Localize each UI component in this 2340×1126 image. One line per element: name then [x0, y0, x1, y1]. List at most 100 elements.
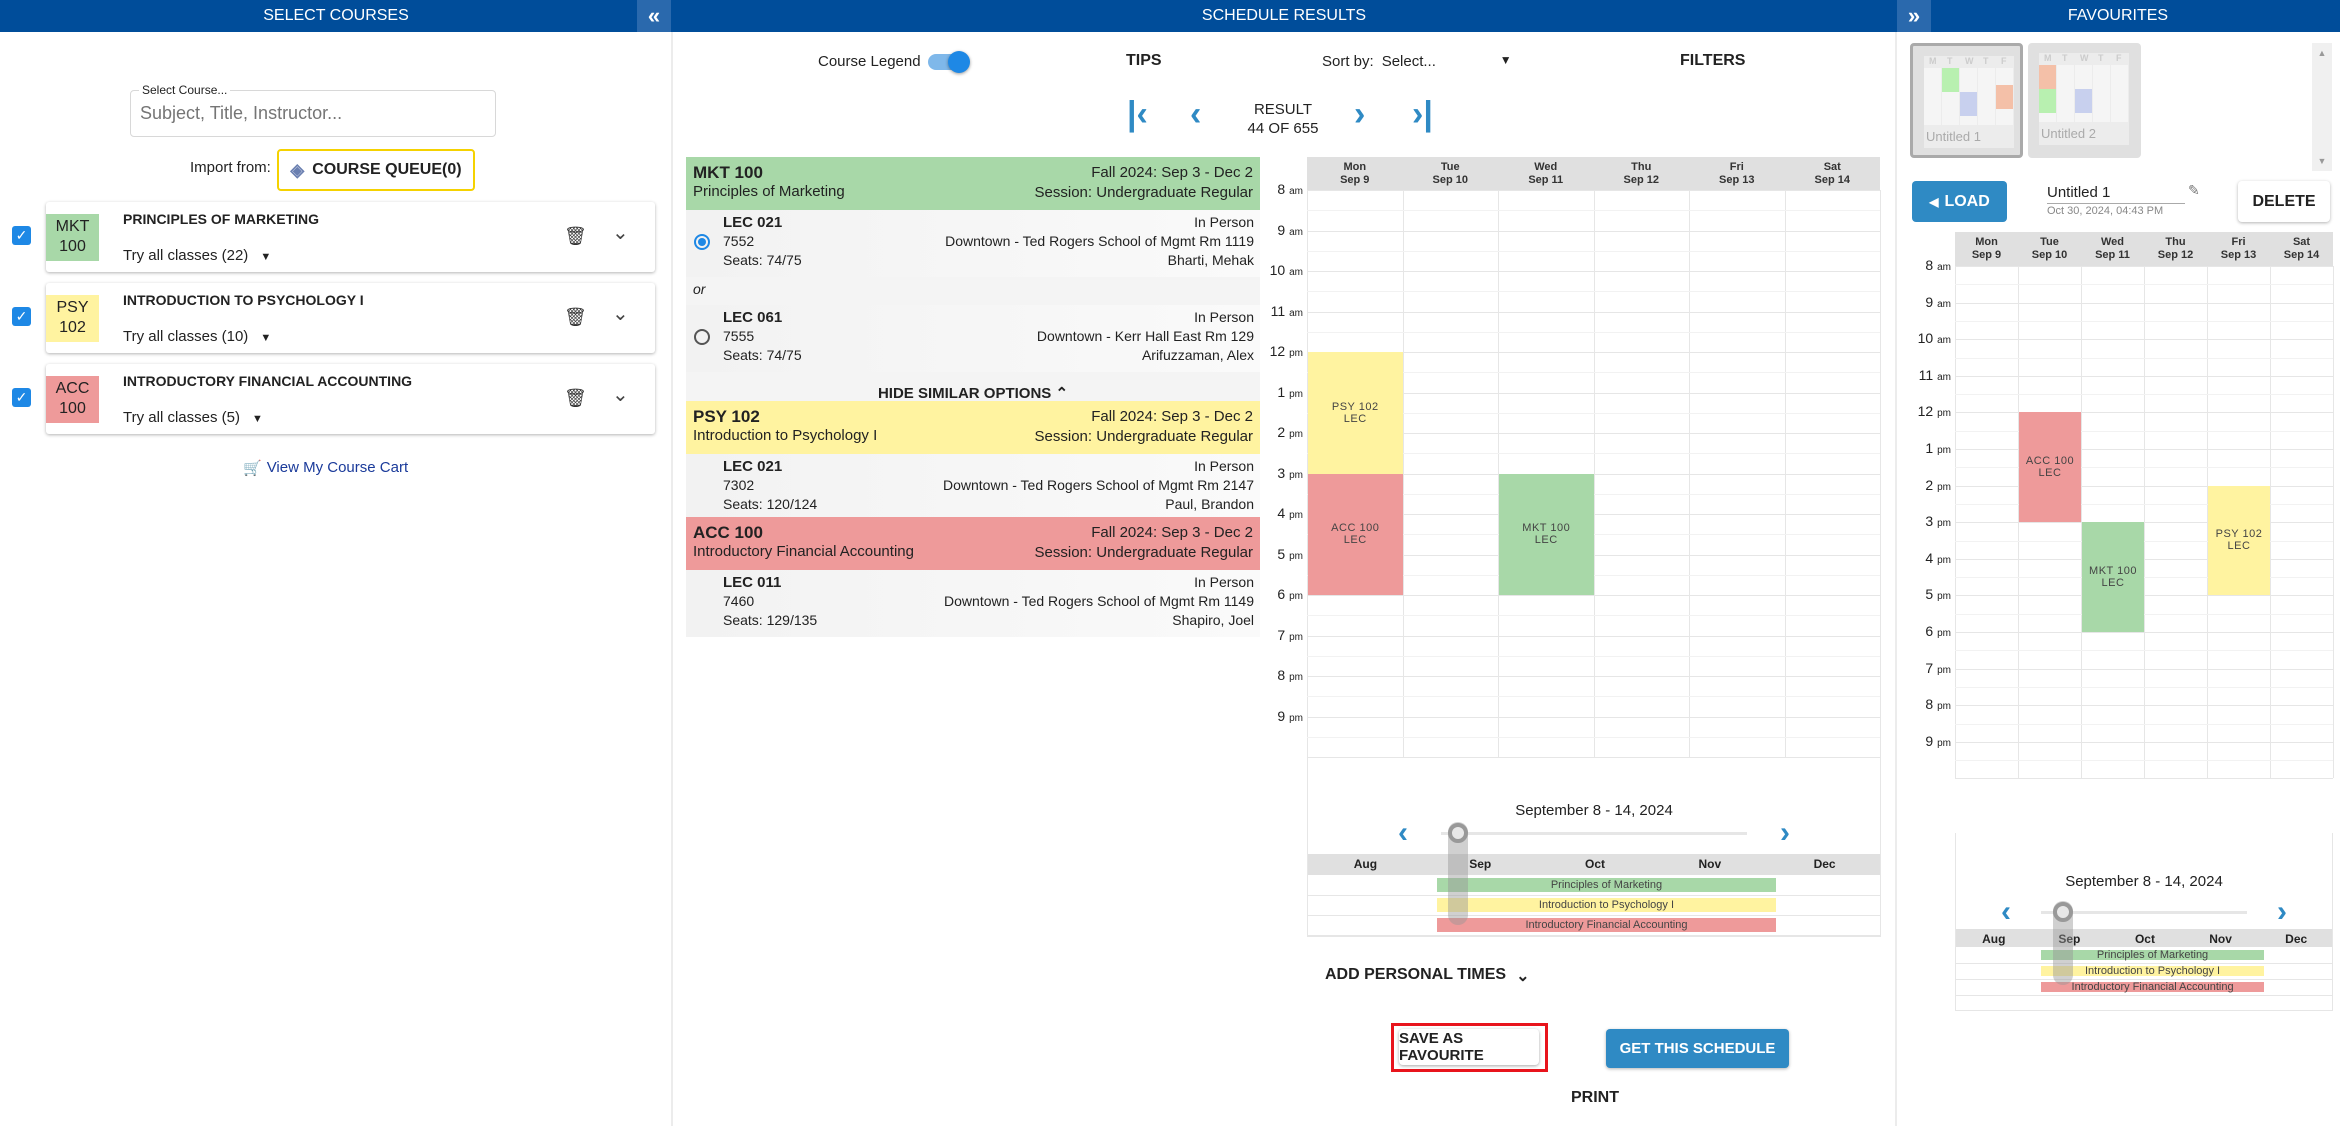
try-all-classes-dropdown[interactable]: Try all classes (10) ▼: [123, 328, 271, 345]
try-all-classes-dropdown[interactable]: Try all classes (5) ▼: [123, 409, 263, 426]
thumb-day: T: [1947, 56, 1953, 66]
view-cart-link[interactable]: 🛒 View My Course Cart: [243, 459, 408, 477]
filters-button[interactable]: FILTERS: [1680, 52, 1745, 70]
time-label: 11 am: [1912, 367, 1951, 383]
course-term-bar: Introductory Financial Accounting: [2041, 982, 2265, 993]
cart-icon: 🛒: [243, 460, 262, 477]
last-result-icon[interactable]: ›|: [1412, 97, 1433, 131]
trash-icon[interactable]: 🗑: [564, 388, 587, 409]
first-result-icon[interactable]: |‹: [1127, 97, 1148, 131]
next-result-icon[interactable]: ›: [1354, 97, 1365, 131]
thumb-event: [2039, 89, 2056, 113]
expand-chevron-icon[interactable]: ⌄: [612, 220, 629, 245]
month-label: Aug: [1982, 932, 2006, 946]
favourite-thumbnail[interactable]: M T W T F Untitled 2: [2028, 43, 2141, 158]
load-label: LOAD: [1944, 192, 1990, 210]
calendar-event[interactable]: ACC 100 LEC: [1308, 473, 1403, 595]
expand-chevron-icon[interactable]: ⌄: [612, 382, 629, 407]
grid-line: [1955, 302, 2333, 304]
grid-line: [1308, 895, 1880, 896]
week-slider-thumb[interactable]: [2053, 902, 2073, 922]
grid-line: [1956, 979, 2332, 980]
ampm: pm: [1937, 591, 1951, 603]
expand-chevron-icon[interactable]: ⌄: [612, 301, 629, 326]
scroll-up-icon[interactable]: ▲: [2312, 48, 2332, 58]
thumb-day: T: [2062, 53, 2068, 63]
favourite-thumbnail[interactable]: M T W T F Untitled 1: [1910, 43, 2023, 158]
ampm: pm: [1937, 518, 1951, 530]
thumb-event: [1942, 68, 1959, 92]
week-slider-thumb[interactable]: [1448, 823, 1468, 843]
chevron-left-icon[interactable]: ‹: [1398, 816, 1408, 850]
hour: 10: [1269, 262, 1286, 278]
tips-button[interactable]: TIPS: [1126, 52, 1162, 70]
calendar-event[interactable]: MKT 100 LEC: [1499, 473, 1594, 595]
day-name: Tue: [1440, 161, 1460, 173]
chevron-right-icon[interactable]: ›: [2277, 895, 2287, 929]
collapse-left-button[interactable]: «: [637, 0, 671, 32]
time-label: 3 pm: [1262, 465, 1303, 481]
event-type: LEC: [2038, 467, 2062, 480]
course-legend-toggle[interactable]: [928, 51, 970, 73]
ampm: pm: [1937, 701, 1951, 713]
session: Session: Undergraduate Regular: [1034, 184, 1253, 201]
option-radio[interactable]: [694, 234, 710, 250]
delete-button[interactable]: DELETE: [2238, 181, 2330, 222]
thumb-column: [2057, 65, 2074, 122]
time-label: 9 pm: [1912, 733, 1951, 749]
pencil-icon[interactable]: ✎: [2188, 182, 2200, 199]
add-personal-times-toggle[interactable]: ADD PERSONAL TIMES ⌄: [1325, 966, 1529, 986]
try-all-classes-dropdown[interactable]: Try all classes (22) ▼: [123, 247, 271, 264]
favourite-name: Untitled 1: [1926, 129, 1981, 144]
print-button[interactable]: PRINT: [1571, 1089, 1619, 1107]
trash-icon[interactable]: 🗑: [564, 226, 587, 247]
hour: 8: [1925, 257, 1934, 273]
ampm: pm: [1937, 408, 1951, 420]
location: Downtown - Ted Rogers School of Mgmt Rm …: [945, 233, 1254, 249]
chevron-left-icon[interactable]: ‹: [2001, 895, 2011, 929]
calendar-event[interactable]: ACC 100 LEC: [2019, 412, 2081, 523]
event-type: LEC: [1534, 534, 1558, 547]
course-number: 100: [59, 238, 86, 255]
day-header: Fri Sep 13: [1689, 157, 1785, 190]
week-slider-track[interactable]: [1441, 832, 1747, 835]
calendar-event[interactable]: MKT 100 LEC: [2082, 522, 2144, 632]
thumb-day: T: [1983, 56, 1989, 66]
get-this-schedule-button[interactable]: GET THIS SCHEDULE: [1606, 1029, 1789, 1068]
course-checkbox[interactable]: ✓: [12, 307, 31, 326]
trash-icon[interactable]: 🗑: [564, 307, 587, 328]
section-option[interactable]: LEC 021 7552 Seats: 74/75 In Person Downtow…: [686, 210, 1260, 277]
section-mkt-100: MKT 100 Principles of Marketing Fall 202…: [686, 157, 1260, 418]
option-radio[interactable]: [694, 329, 710, 345]
grid-line: [1955, 705, 2333, 707]
prev-result-icon[interactable]: ‹: [1190, 97, 1201, 131]
course-code-badge: PSY 102: [46, 295, 99, 342]
chevron-right-icon[interactable]: ›: [1780, 816, 1790, 850]
calendar-event[interactable]: PSY 102 LEC: [1308, 352, 1403, 474]
grid-line: [1955, 778, 2333, 780]
expand-right-button[interactable]: »: [1897, 0, 1931, 32]
month-label: Oct: [2134, 932, 2155, 946]
course-card: MKT 100 PRINCIPLES OF MARKETING Try all cla…: [46, 202, 655, 272]
grid-line: [1307, 230, 1880, 232]
sort-by-select[interactable]: Sort by: Select... ▼: [1322, 53, 1512, 70]
time-label: 1 pm: [1912, 440, 1951, 456]
event-code: PSY 102: [2215, 528, 2263, 541]
section-option[interactable]: LEC 061 7555 Seats: 74/75 In Person Downtow…: [686, 305, 1260, 372]
load-button[interactable]: ◀ LOAD: [1912, 181, 2007, 222]
result-count: 44 OF 655: [1247, 120, 1319, 137]
course-checkbox[interactable]: ✓: [12, 226, 31, 245]
course-legend-label: Course Legend: [818, 53, 921, 70]
favourites-scrollbar[interactable]: ▲ ▼: [2312, 43, 2332, 171]
course-search-field[interactable]: Select Course...: [130, 83, 496, 137]
calendar-event[interactable]: PSY 102 LEC: [2208, 485, 2270, 596]
scroll-down-icon[interactable]: ▼: [2312, 156, 2332, 166]
favourite-name-input[interactable]: Untitled 1: [2047, 184, 2185, 204]
course-queue-button[interactable]: ◈ COURSE QUEUE(0): [277, 149, 475, 191]
search-label: Select Course...: [139, 83, 231, 97]
course-search-input[interactable]: [140, 103, 480, 124]
time-label: 7 pm: [1262, 627, 1303, 643]
event-code: ACC 100: [1331, 522, 1380, 535]
save-as-favourite-button[interactable]: SAVE AS FAVOURITE: [1399, 1029, 1539, 1065]
course-checkbox[interactable]: ✓: [12, 388, 31, 407]
